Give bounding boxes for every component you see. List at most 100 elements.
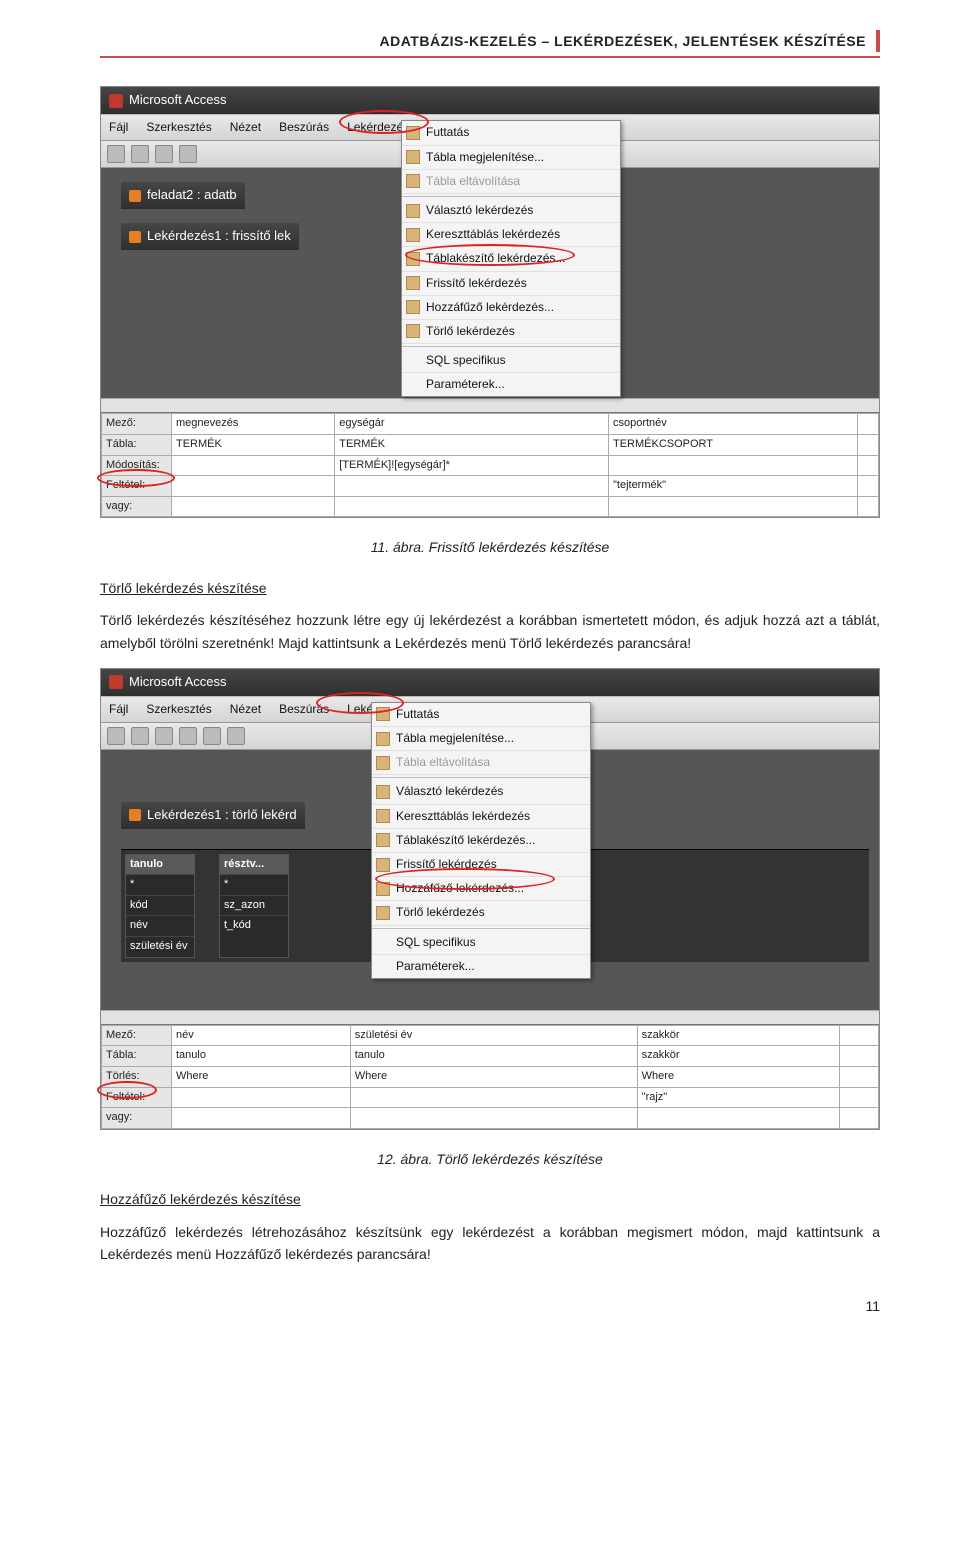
dd-item-torlo[interactable]: Törlő lekérdezés <box>402 320 620 344</box>
grid-cell[interactable]: tanulo <box>350 1046 637 1067</box>
dd-item-hozzafuzo[interactable]: Hozzáfűző lekérdezés... <box>402 296 620 320</box>
horizontal-scrollbar[interactable] <box>101 1010 879 1024</box>
show-table-icon <box>406 150 420 164</box>
menu-szerkesztes[interactable]: Szerkesztés <box>142 117 215 138</box>
grid-cell[interactable] <box>335 476 609 497</box>
dd-item-tablakeszito[interactable]: Táblakészítő lekérdezés... <box>402 247 620 271</box>
menu-beszuras[interactable]: Beszúrás <box>275 117 333 138</box>
query-icon <box>129 809 141 821</box>
grid-cell[interactable]: TERMÉK <box>335 434 609 455</box>
toolbar-button[interactable] <box>155 145 173 163</box>
dd-item-valaszto[interactable]: Választó lekérdezés <box>402 199 620 223</box>
grid-cell[interactable] <box>172 455 335 476</box>
table-field[interactable]: sz_azon <box>220 895 288 916</box>
section-hozzafuzo-title: Hozzáfűző lekérdezés készítése <box>100 1188 880 1210</box>
horizontal-scrollbar[interactable] <box>101 398 879 412</box>
grid-cell[interactable]: Where <box>350 1067 637 1088</box>
dd-item-tablakeszito[interactable]: Táblakészítő lekérdezés... <box>372 829 590 853</box>
grid-cell[interactable]: születési év <box>350 1025 637 1046</box>
grid-label-modositas: Módosítás: <box>102 455 172 476</box>
dd-item-valaszto[interactable]: Választó lekérdezés <box>372 780 590 804</box>
grid-cell[interactable] <box>608 455 857 476</box>
table-field[interactable]: * <box>126 874 194 895</box>
dd-item-parameterek[interactable]: Paraméterek... <box>372 955 590 978</box>
mdi-workspace: Lekérdezés1 : törlő lekérd tanulo * kód … <box>101 750 879 1010</box>
grid-cell[interactable]: "rajz" <box>637 1087 839 1108</box>
grid-cell[interactable] <box>172 1087 351 1108</box>
table-resztv[interactable]: résztv... * sz_azon t_kód <box>219 854 289 958</box>
db-icon <box>129 190 141 202</box>
table-field[interactable]: születési év <box>126 936 194 957</box>
lekerdezes-dropdown: Futtatás Tábla megjelenítése... Tábla el… <box>371 702 591 979</box>
grid-cell[interactable]: tanulo <box>172 1046 351 1067</box>
dd-item-tabla-eltavolitasa: Tábla eltávolítása <box>402 170 620 194</box>
dd-item-frissito[interactable]: Frissítő lekérdezés <box>372 853 590 877</box>
grid-cell[interactable]: szakkör <box>637 1046 839 1067</box>
menu-fajl[interactable]: Fájl <box>105 117 132 138</box>
update-query-icon <box>406 276 420 290</box>
query-design-grid: Mező: név születési év szakkör Tábla: ta… <box>101 1024 879 1129</box>
child-window-lekerdezes1[interactable]: Lekérdezés1 : törlő lekérd <box>121 802 305 829</box>
section-torlo-title: Törlő lekérdezés készítése <box>100 577 880 599</box>
toolbar-button[interactable] <box>179 727 197 745</box>
app-title: Microsoft Access <box>129 672 227 693</box>
toolbar-button[interactable] <box>107 727 125 745</box>
toolbar-button[interactable] <box>131 727 149 745</box>
dd-item-futtatas[interactable]: Futtatás <box>372 703 590 727</box>
dd-item-keresztablas[interactable]: Kereszttáblás lekérdezés <box>372 805 590 829</box>
child-window-lekerdezes1[interactable]: Lekérdezés1 : frissítő lek <box>121 223 299 250</box>
grid-cell[interactable]: [TERMÉK]![egységár]* <box>335 455 609 476</box>
dd-item-futtatas[interactable]: Futtatás <box>402 121 620 145</box>
dd-item-sql[interactable]: SQL specifikus <box>372 931 590 955</box>
menu-nezet[interactable]: Nézet <box>226 699 265 720</box>
toolbar-button[interactable] <box>179 145 197 163</box>
child-window-feladat2[interactable]: feladat2 : adatb <box>121 182 245 209</box>
table-field[interactable]: * <box>220 874 288 895</box>
dd-item-tabla-megjelenites[interactable]: Tábla megjelenítése... <box>372 727 590 751</box>
table-tanulo[interactable]: tanulo * kód név születési év <box>125 854 195 958</box>
toolbar-button[interactable] <box>227 727 245 745</box>
dd-item-torlo[interactable]: Törlő lekérdezés <box>372 901 590 925</box>
delete-query-icon <box>406 324 420 338</box>
dd-item-sql[interactable]: SQL specifikus <box>402 349 620 373</box>
grid-cell[interactable] <box>172 476 335 497</box>
grid-cell[interactable]: név <box>172 1025 351 1046</box>
dd-item-frissito[interactable]: Frissítő lekérdezés <box>402 272 620 296</box>
grid-cell[interactable]: "tejtermék" <box>608 476 857 497</box>
grid-cell[interactable]: egységár <box>335 414 609 435</box>
grid-cell[interactable] <box>350 1087 637 1108</box>
grid-cell[interactable]: TERMÉKCSOPORT <box>608 434 857 455</box>
query-design-grid: Mező: megnevezés egységár csoportnév Táb… <box>101 412 879 517</box>
make-table-icon <box>376 833 390 847</box>
grid-cell[interactable]: Where <box>172 1067 351 1088</box>
dd-item-parameterek[interactable]: Paraméterek... <box>402 373 620 396</box>
toolbar-button[interactable] <box>131 145 149 163</box>
table-field[interactable]: t_kód <box>220 915 288 936</box>
para-torlo: Törlő lekérdezés készítéséhez hozzunk lé… <box>100 609 880 654</box>
grid-cell[interactable]: megnevezés <box>172 414 335 435</box>
grid-cell[interactable]: csoportnév <box>608 414 857 435</box>
grid-cell[interactable]: Where <box>637 1067 839 1088</box>
toolbar-button[interactable] <box>155 727 173 745</box>
update-query-icon <box>376 858 390 872</box>
figure-11-caption: 11. ábra. Frissítő lekérdezés készítése <box>100 536 880 558</box>
run-icon <box>376 707 390 721</box>
grid-cell[interactable]: TERMÉK <box>172 434 335 455</box>
toolbar-button[interactable] <box>107 145 125 163</box>
make-table-icon <box>406 252 420 266</box>
child-window-title: Lekérdezés1 : frissítő lek <box>147 226 291 247</box>
query-icon <box>129 231 141 243</box>
dd-item-keresztablas[interactable]: Kereszttáblás lekérdezés <box>402 223 620 247</box>
menu-beszuras[interactable]: Beszúrás <box>275 699 333 720</box>
dd-item-hozzafuzo[interactable]: Hozzáfűző lekérdezés... <box>372 877 590 901</box>
menu-nezet[interactable]: Nézet <box>226 117 265 138</box>
grid-cell[interactable]: szakkör <box>637 1025 839 1046</box>
table-field[interactable]: név <box>126 915 194 936</box>
table-field[interactable]: kód <box>126 895 194 916</box>
screenshot-11: Microsoft Access Fájl Szerkesztés Nézet … <box>100 86 880 518</box>
dd-item-tabla-megjelenites[interactable]: Tábla megjelenítése... <box>402 146 620 170</box>
menu-fajl[interactable]: Fájl <box>105 699 132 720</box>
menu-szerkesztes[interactable]: Szerkesztés <box>142 699 215 720</box>
grid-label-tabla: Tábla: <box>102 434 172 455</box>
toolbar-button[interactable] <box>203 727 221 745</box>
